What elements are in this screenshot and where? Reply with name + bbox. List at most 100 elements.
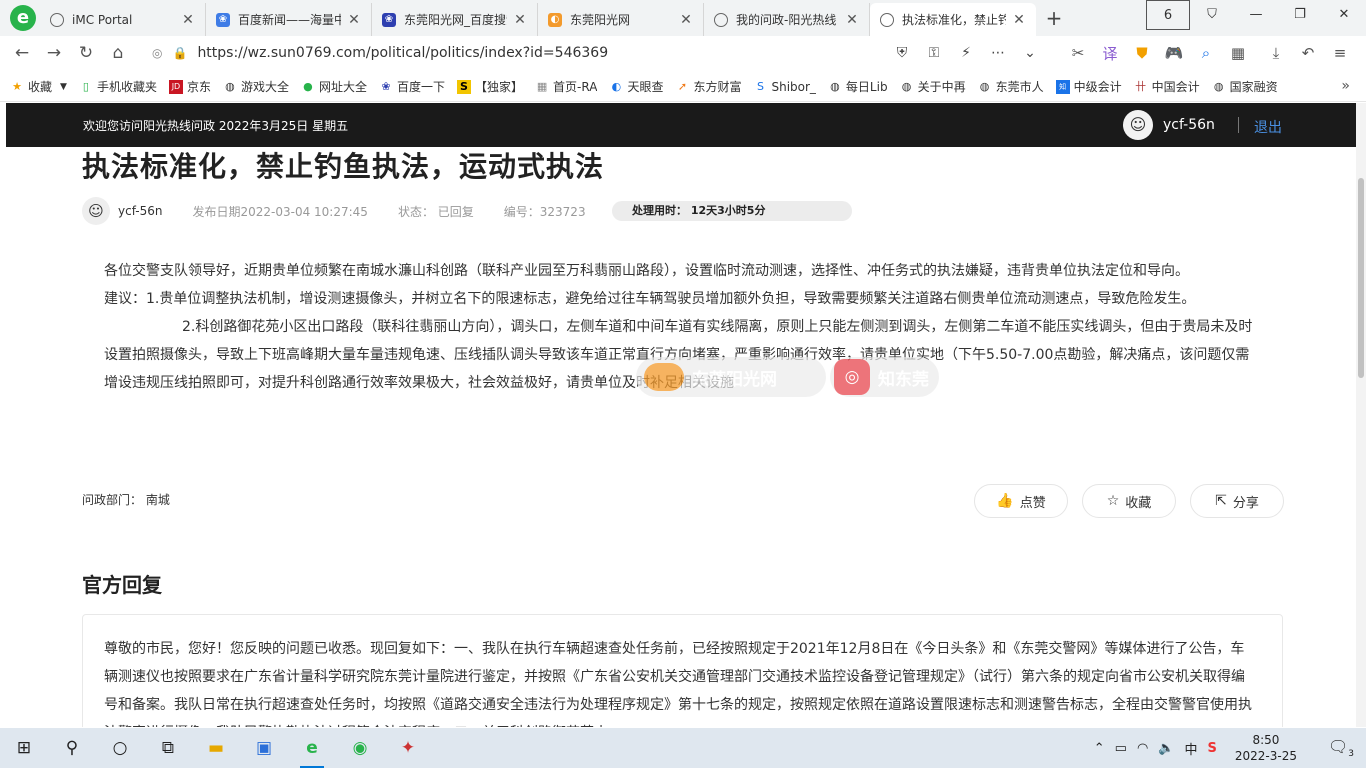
scrollbar-thumb[interactable] xyxy=(1358,178,1364,378)
bookmark-eastmoney[interactable]: ➚ 东方财富 xyxy=(675,78,742,95)
close-icon[interactable]: ✕ xyxy=(513,12,527,28)
task-view-icon[interactable]: ⧉ xyxy=(144,728,192,768)
store-icon[interactable]: ▣ xyxy=(240,728,288,768)
system-tray: ⌃ ▭ ◠ 🔈 中 S 8:50 2022-3-25 🗨3 xyxy=(1089,728,1366,768)
bookmark-games[interactable]: ◍ 游戏大全 xyxy=(223,78,289,95)
like-button[interactable]: 👍 点赞 xyxy=(974,484,1068,518)
clock-time: 8:50 xyxy=(1252,733,1280,747)
close-icon[interactable]: ✕ xyxy=(181,12,195,28)
game-icon[interactable]: ✦ xyxy=(384,728,432,768)
shirt-icon[interactable]: ⛉ xyxy=(1190,0,1234,30)
scissors-icon[interactable]: ✂ xyxy=(1062,44,1094,62)
translate-icon[interactable]: 译 xyxy=(1094,43,1126,64)
chevron-up-icon[interactable]: ⌃ xyxy=(1094,741,1105,756)
zhidongguan-logo-icon: ◎ xyxy=(834,359,870,395)
tab-imc-portal[interactable]: iMC Portal ✕ xyxy=(40,3,206,36)
browser-taskbar-icon[interactable]: e xyxy=(288,728,336,768)
grid-icon: 卄 xyxy=(1135,79,1147,93)
url-text[interactable]: https://wz.sun0769.com/political/politic… xyxy=(197,45,608,61)
search-icon[interactable]: ⚲ xyxy=(48,728,96,768)
bookmark-label: 游戏大全 xyxy=(240,80,289,94)
zhihu-icon: 知 xyxy=(1055,79,1070,94)
grid-icon: ▦ xyxy=(536,79,548,93)
tab-baidu-search[interactable]: ❀ 东莞阳光网_百度搜索 ✕ xyxy=(372,3,538,36)
tab-count-button[interactable]: 6 xyxy=(1146,0,1190,30)
bookmark-baidu[interactable]: ❀ 百度一下 xyxy=(379,78,445,95)
tab-sun0769[interactable]: ◐ 东莞阳光网 ✕ xyxy=(538,3,704,36)
bookmark-jd[interactable]: JD 京东 xyxy=(168,78,211,95)
ime-indicator[interactable]: 中 xyxy=(1185,739,1198,758)
bookmark-dongguan[interactable]: ◍ 东莞市人 xyxy=(978,78,1044,95)
close-icon[interactable]: ✕ xyxy=(679,12,693,28)
reload-button[interactable]: ↻ xyxy=(70,43,102,63)
windows-start-icon[interactable]: ⊞ xyxy=(0,728,48,768)
lock-icon[interactable]: 🔒 xyxy=(172,46,187,60)
shield-badge-icon[interactable]: ⛊ xyxy=(1126,44,1158,62)
download-icon[interactable]: ⤓ xyxy=(1260,44,1292,62)
search-tool-icon[interactable]: ⌕ xyxy=(1190,44,1222,62)
shield-icon[interactable]: ◎ xyxy=(152,46,162,60)
file-explorer-icon[interactable]: ▬ xyxy=(192,728,240,768)
bookmark-financing[interactable]: ◍ 国家融资 xyxy=(1212,78,1278,95)
home-button[interactable]: ⌂ xyxy=(102,43,134,63)
bookmark-daily[interactable]: ◍ 每日Lib xyxy=(828,78,887,95)
hao123-icon: ● xyxy=(303,79,313,93)
back-button[interactable]: ← xyxy=(6,43,38,63)
minimize-button[interactable]: — xyxy=(1234,0,1278,30)
close-icon[interactable]: ✕ xyxy=(1012,12,1026,28)
jd-icon: JD xyxy=(168,79,183,94)
bookmark-favorites[interactable]: ★ 收藏 ▼ xyxy=(10,78,67,95)
apps-grid-icon[interactable]: ▦ xyxy=(1222,44,1254,62)
battery-icon[interactable]: ▭ xyxy=(1115,741,1127,756)
bookmark-zhongzai[interactable]: ◍ 关于中再 xyxy=(900,78,966,95)
close-icon[interactable]: ✕ xyxy=(845,12,859,28)
bookmark-china-accounting[interactable]: 卄中国会计 xyxy=(1134,78,1200,95)
new-tab-button[interactable]: + xyxy=(1036,3,1072,36)
logout-link[interactable]: 退出 xyxy=(1254,117,1282,137)
close-icon[interactable]: ✕ xyxy=(347,12,361,28)
tab-current-article[interactable]: 执法标准化，禁止钓 ✕ xyxy=(870,3,1036,36)
menu-icon[interactable]: ≡ xyxy=(1324,44,1356,62)
clock[interactable]: 8:50 2022-3-25 xyxy=(1230,732,1302,764)
bookmarks-overflow-button[interactable]: » xyxy=(1341,78,1350,94)
share-label: 分享 xyxy=(1232,495,1259,511)
lightning-icon[interactable]: ⚡ xyxy=(950,45,982,61)
sun0769-logo-icon xyxy=(644,363,684,391)
caret-down-icon[interactable]: ▼ xyxy=(60,82,67,92)
close-window-button[interactable]: ✕ xyxy=(1322,0,1366,30)
username[interactable]: ycf-56n xyxy=(1163,117,1215,133)
forward-button[interactable]: → xyxy=(38,43,70,63)
page-scrollbar[interactable] xyxy=(1356,103,1366,727)
bookmark-accounting[interactable]: 知中级会计 xyxy=(1055,78,1122,95)
browser-tab-bar: e iMC Portal ✕ ❀ 百度新闻——海量中 ✕ ❀ 东莞阳光网_百度搜… xyxy=(0,0,1366,36)
wechat-icon[interactable]: ◉ xyxy=(336,728,384,768)
key-icon[interactable]: ⚿ xyxy=(918,45,950,61)
tab-my-politics[interactable]: 我的问政-阳光热线 ✕ xyxy=(704,3,870,36)
restore-button[interactable]: ❐ xyxy=(1278,0,1322,30)
volume-icon[interactable]: 🔈 xyxy=(1158,741,1174,756)
undo-icon[interactable]: ↶ xyxy=(1292,44,1324,62)
bookmark-tianyan[interactable]: ◐ 天眼查 xyxy=(609,78,664,95)
bookmark-label: 百度一下 xyxy=(397,80,446,94)
bookmark-shibor[interactable]: S Shibor_ xyxy=(753,80,816,94)
cortana-icon[interactable]: ○ xyxy=(96,728,144,768)
sogou-ime-icon[interactable]: S xyxy=(1208,741,1217,756)
address-bar[interactable]: ◎ 🔒 https://wz.sun0769.com/political/pol… xyxy=(140,39,1058,67)
tab-baidu-news[interactable]: ❀ 百度新闻——海量中 ✕ xyxy=(206,3,372,36)
chevron-down-icon[interactable]: ⌄ xyxy=(1014,45,1046,61)
tab-label: iMC Portal xyxy=(72,12,133,27)
bookmark-hao[interactable]: ● 网址大全 xyxy=(301,78,367,95)
user-avatar[interactable]: ☺ xyxy=(1123,110,1153,140)
share-button[interactable]: ⇱ 分享 xyxy=(1190,484,1284,518)
security-icon[interactable]: ⛨ xyxy=(886,45,918,61)
notification-icon[interactable]: 🗨3 xyxy=(1321,737,1361,759)
bookmark-ra[interactable]: ▦ 首页-RA xyxy=(535,78,598,95)
bookmark-mobile[interactable]: ▯ 手机收藏夹 xyxy=(79,78,157,95)
more-icon[interactable]: ⋯ xyxy=(982,45,1014,61)
favorite-button[interactable]: ☆ 收藏 xyxy=(1082,484,1176,518)
wifi-icon[interactable]: ◠ xyxy=(1137,741,1148,756)
gamepad-icon[interactable]: 🎮 xyxy=(1158,44,1190,62)
globe-icon xyxy=(880,12,894,27)
bookmark-exclusive[interactable]: S 【独家】 xyxy=(457,78,523,95)
browser-logo-icon[interactable]: e xyxy=(10,5,36,31)
